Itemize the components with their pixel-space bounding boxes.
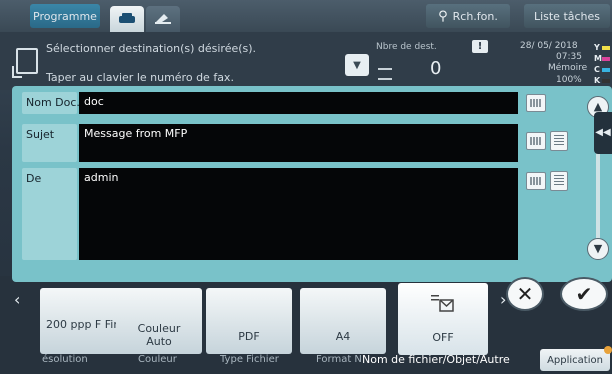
- instruction-line-2: Taper au clavier le numéro de fax.: [46, 71, 234, 84]
- format-value: A4: [335, 330, 351, 343]
- keyboard-icon[interactable]: [526, 132, 546, 150]
- time: 07:35: [556, 52, 582, 62]
- cancel-button[interactable]: ✕: [506, 277, 544, 311]
- color-caption: Couleur: [138, 354, 177, 365]
- file-type-value: PDF: [238, 330, 260, 343]
- chevron-down-icon: ▼: [353, 59, 361, 71]
- keyboard-icon[interactable]: [526, 172, 546, 190]
- chevron-left-icon[interactable]: ‹: [14, 290, 34, 330]
- from-field[interactable]: admin: [79, 168, 518, 260]
- search-button[interactable]: ⚲ Rch.fon.: [426, 4, 510, 28]
- format-tile[interactable]: A4: [300, 288, 386, 354]
- destination-count-label: Nbre de dest.: [376, 42, 437, 52]
- memory-value: 100%: [556, 75, 582, 85]
- subject-field[interactable]: Message from MFP: [79, 124, 518, 162]
- address-book-icon[interactable]: [550, 171, 568, 191]
- date: 28/ 05/ 2018: [520, 41, 578, 51]
- file-type-tile[interactable]: PDF: [206, 288, 292, 354]
- side-panel-tab[interactable]: ◀◀: [594, 112, 612, 154]
- doc-name-label: Nom Doc.: [26, 96, 80, 109]
- instruction-line-1: Sélectionner destination(s) désirée(s).: [46, 42, 257, 55]
- scroll-down-button[interactable]: ▼: [587, 238, 609, 260]
- search-label: Rch.fon.: [452, 9, 498, 23]
- toner-k: K: [594, 75, 610, 86]
- chevron-down-icon: ▼: [593, 242, 603, 255]
- resolution-caption: ésolution: [42, 354, 88, 365]
- subject-label: Sujet: [26, 128, 55, 141]
- keyboard-icon[interactable]: [526, 94, 546, 112]
- resolution-tile[interactable]: 200 ppp F Fin: [40, 288, 126, 354]
- format-caption: Format N: [316, 354, 362, 365]
- search-icon: ⚲: [438, 8, 448, 24]
- job-list-label: Liste tâches: [533, 9, 601, 23]
- close-icon: ✕: [516, 282, 534, 306]
- fax-tab[interactable]: [110, 6, 144, 32]
- application-button[interactable]: Application: [540, 349, 610, 371]
- destination-count: 0: [430, 58, 442, 79]
- file-type-caption: Type Fichier: [220, 354, 279, 365]
- address-book-icon[interactable]: [550, 131, 568, 151]
- alert-icon[interactable]: !: [472, 40, 488, 53]
- job-list-button[interactable]: Liste tâches: [524, 4, 610, 28]
- document-icon: [12, 48, 38, 78]
- program-button[interactable]: Programme: [30, 4, 100, 28]
- memory-label: Mémoire: [548, 63, 588, 73]
- ok-button[interactable]: ✔: [560, 277, 608, 311]
- doc-name-field[interactable]: doc: [79, 92, 518, 114]
- double-chevron-left-icon: ◀◀: [595, 127, 611, 138]
- from-label: De: [26, 172, 42, 185]
- resolution-value: 200 ppp F Fin: [46, 318, 121, 331]
- application-label: Application: [547, 354, 603, 366]
- phone-icon: [154, 12, 172, 27]
- fax-icon: [118, 12, 136, 27]
- top-bar: Programme ⚲ Rch.fon. Liste tâches: [0, 0, 612, 32]
- toner-y: Y: [594, 42, 610, 53]
- color-tile[interactable]: Couleur Auto: [116, 288, 202, 354]
- phone-tab[interactable]: [146, 6, 180, 32]
- notification-dot: [604, 346, 612, 354]
- toner-c: C: [594, 64, 610, 75]
- filename-caption: Nom de fichier/Objet/Autre: [362, 353, 510, 366]
- list-icon[interactable]: [378, 68, 392, 80]
- filename-tile[interactable]: OFF: [398, 283, 488, 355]
- filename-value: OFF: [432, 331, 454, 344]
- toner-m: M: [594, 53, 610, 64]
- expand-button[interactable]: ▼: [345, 54, 369, 76]
- toner-levels: Y M C K: [594, 42, 610, 86]
- check-icon: ✔: [575, 282, 593, 306]
- fax-screen: Programme ⚲ Rch.fon. Liste tâches Sélect…: [0, 0, 612, 374]
- program-label: Programme: [33, 9, 97, 23]
- color-value: Couleur Auto: [137, 322, 181, 348]
- mail-doc-icon: [430, 293, 454, 317]
